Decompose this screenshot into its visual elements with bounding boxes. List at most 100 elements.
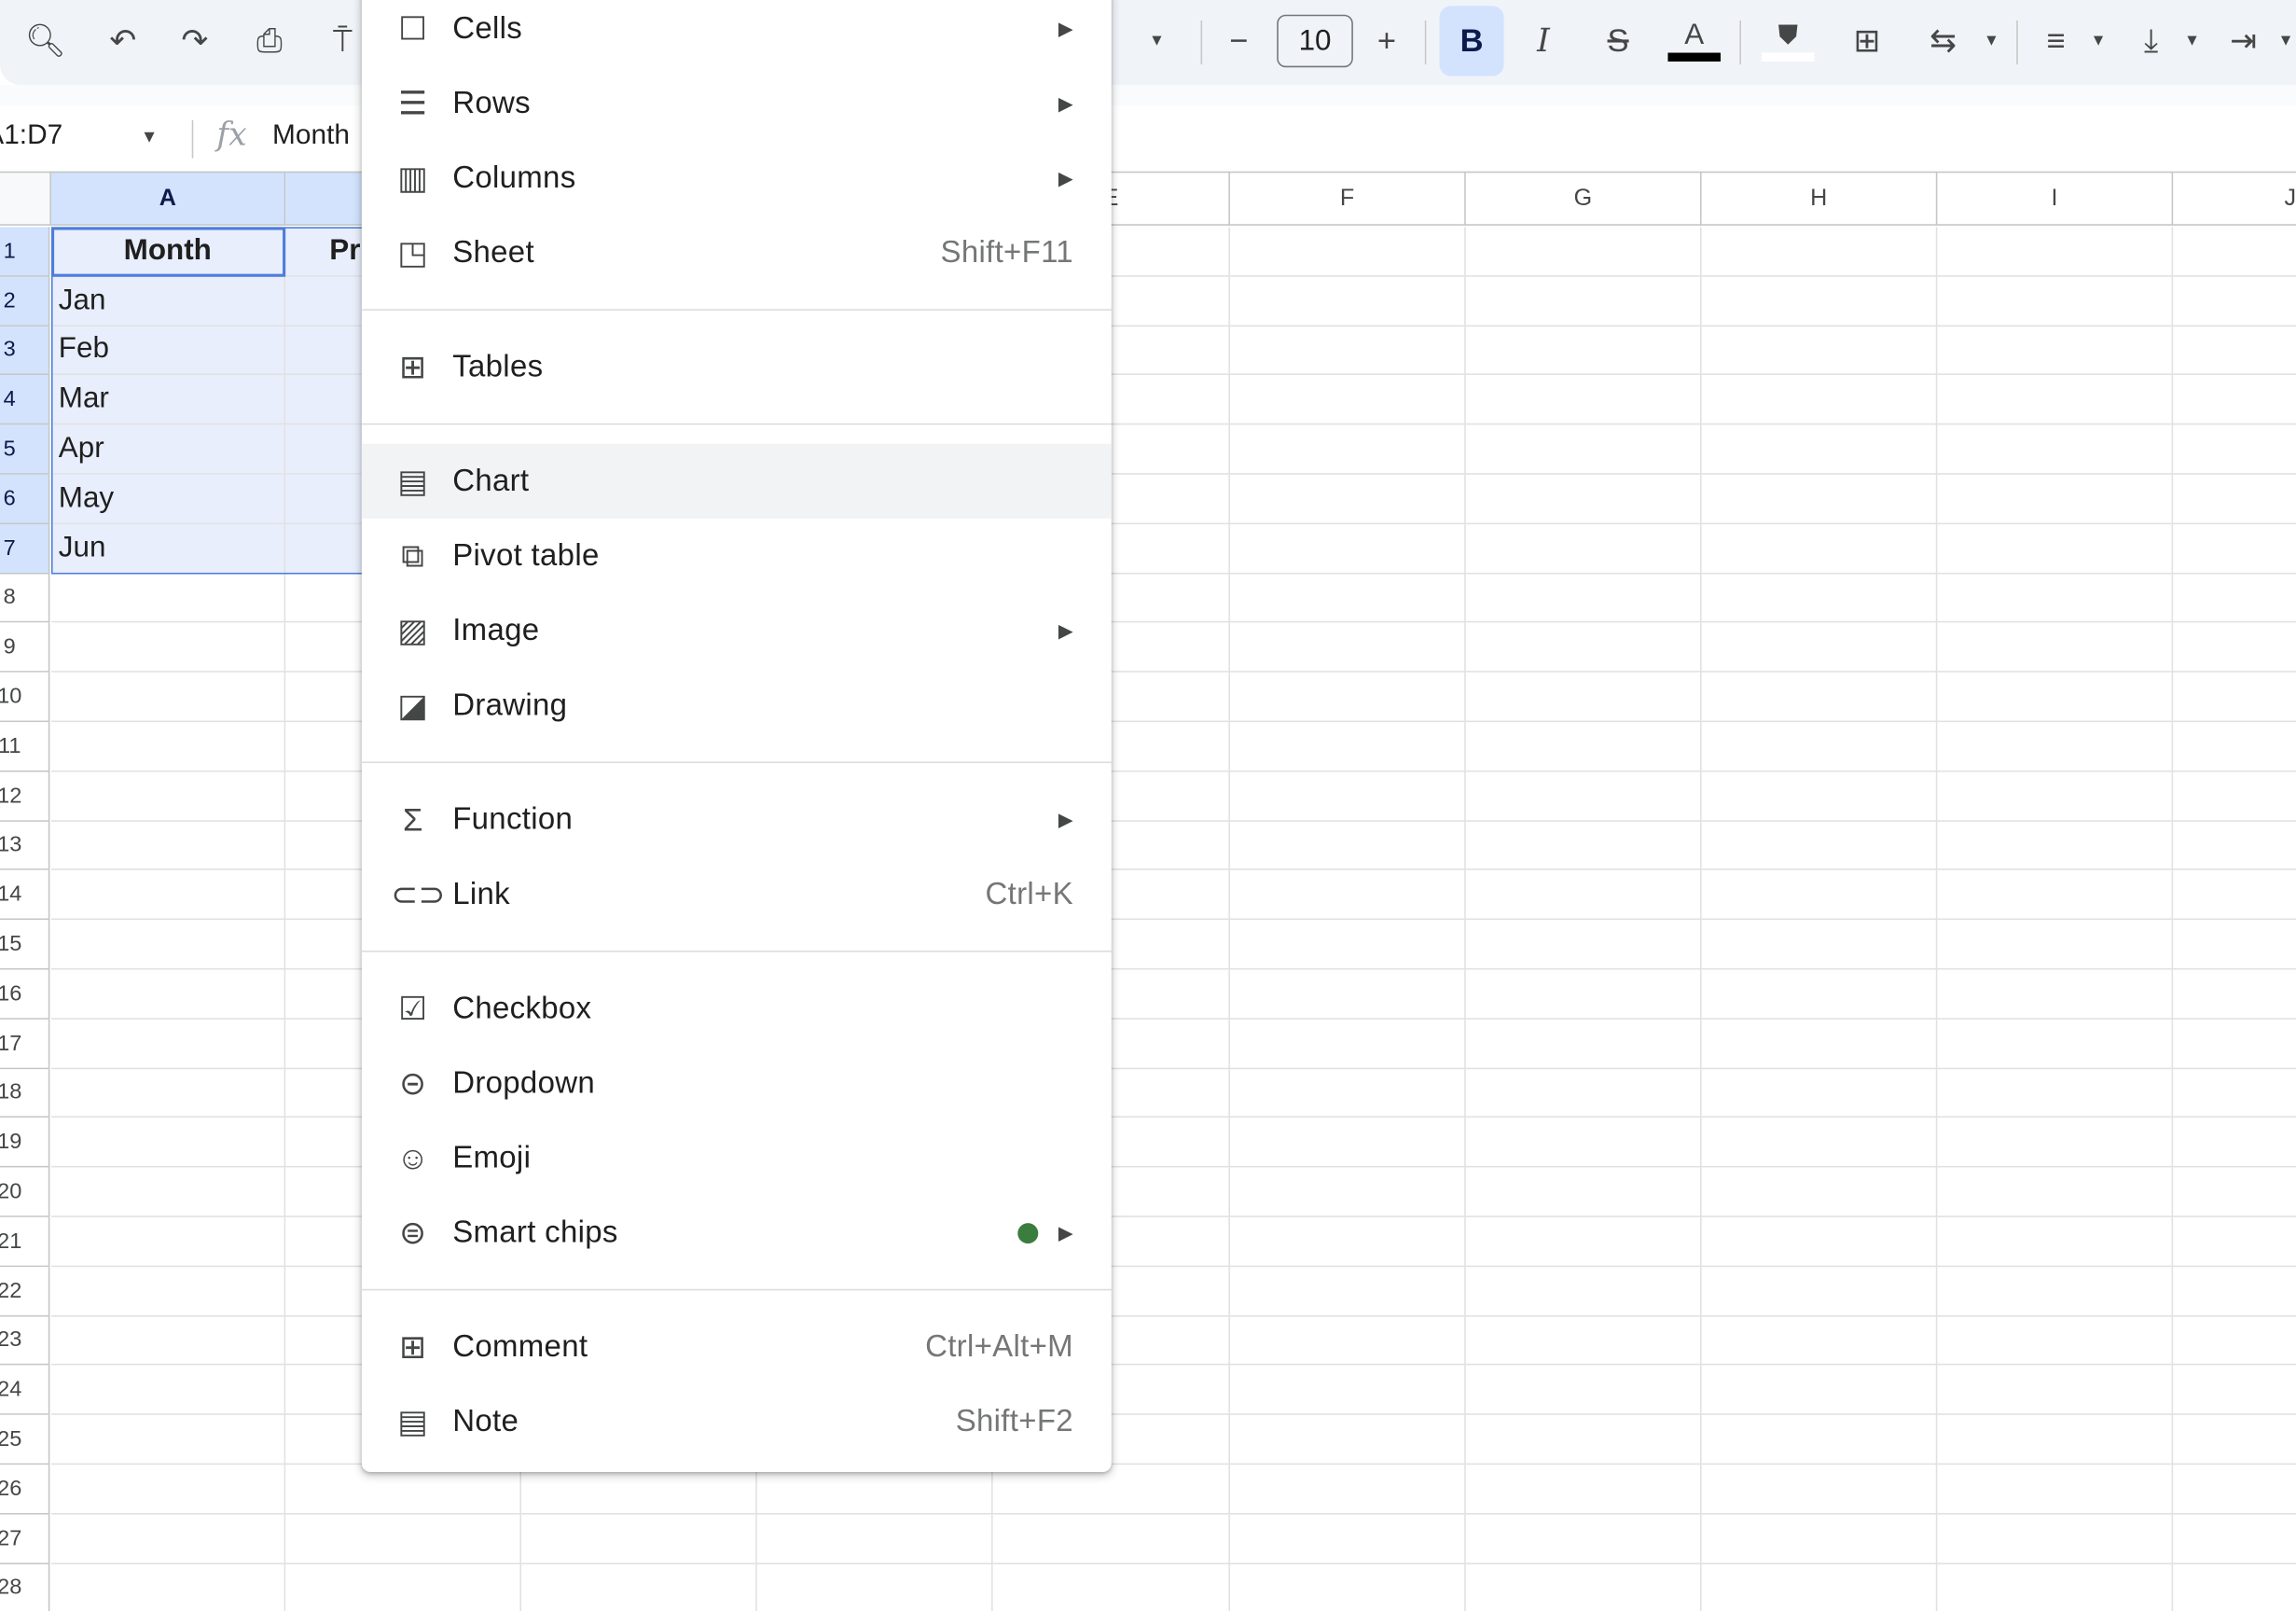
cell-H28[interactable] [1702, 1563, 1938, 1611]
cell-F11[interactable] [1229, 722, 1466, 772]
row-header-1[interactable]: 1 [0, 227, 50, 277]
cell-J15[interactable] [2173, 920, 2296, 970]
cell-I26[interactable] [1937, 1465, 2174, 1515]
cell-I14[interactable] [1937, 870, 2174, 921]
cell-G15[interactable] [1465, 920, 1702, 970]
cell-A18[interactable] [50, 1068, 286, 1118]
row-header-26[interactable]: 26 [0, 1465, 50, 1515]
cell-H6[interactable] [1701, 474, 1938, 524]
strikethrough-icon[interactable]: S [1597, 15, 1640, 68]
cell-G21[interactable] [1465, 1216, 1702, 1267]
row-header-4[interactable]: 4 [0, 375, 50, 425]
cell-G9[interactable] [1465, 622, 1702, 674]
row-header-8[interactable]: 8 [0, 573, 50, 623]
cell-F20[interactable] [1229, 1167, 1466, 1217]
column-header-h[interactable]: H [1701, 171, 1938, 226]
horizontal-align-icon[interactable]: ≡ [2036, 15, 2077, 68]
cell-I18[interactable] [1937, 1068, 2174, 1118]
cell-C26[interactable] [520, 1465, 757, 1515]
cell-H10[interactable] [1701, 673, 1938, 723]
cell-G5[interactable] [1465, 424, 1702, 475]
cell-F6[interactable] [1229, 474, 1466, 524]
cell-I12[interactable] [1937, 771, 2174, 822]
cell-H13[interactable] [1701, 821, 1938, 871]
row-header-18[interactable]: 18 [0, 1068, 50, 1118]
cell-J28[interactable] [2173, 1563, 2296, 1611]
fill-color-button[interactable]: ⛊ [1760, 15, 1816, 68]
cell-F7[interactable] [1229, 523, 1466, 574]
cell-H14[interactable] [1701, 870, 1938, 921]
cell-I4[interactable] [1937, 375, 2174, 425]
formula-input[interactable]: Month [272, 120, 350, 153]
cell-H27[interactable] [1701, 1514, 1938, 1564]
cell-I13[interactable] [1937, 821, 2174, 871]
cell-H4[interactable] [1701, 375, 1938, 425]
cell-F3[interactable] [1229, 326, 1466, 376]
row-header-10[interactable]: 10 [0, 673, 50, 723]
row-header-9[interactable]: 9 [0, 622, 50, 674]
cell-H3[interactable] [1701, 326, 1938, 376]
cell-G22[interactable] [1465, 1266, 1702, 1316]
cell-I24[interactable] [1937, 1366, 2174, 1416]
cell-H22[interactable] [1701, 1266, 1938, 1316]
row-header-14[interactable]: 14 [0, 870, 50, 921]
paint-format-icon[interactable]: ⍑ [319, 15, 366, 68]
cell-I16[interactable] [1937, 969, 2174, 1020]
cell-B28[interactable] [285, 1563, 521, 1611]
vertical-align-icon[interactable]: ⤓ [2131, 15, 2172, 68]
font-dropdown-caret-icon[interactable]: ▼ [1142, 15, 1171, 68]
cell-A27[interactable] [50, 1514, 286, 1564]
row-header-2[interactable]: 2 [0, 276, 50, 326]
cell-H5[interactable] [1701, 424, 1938, 475]
cell-I22[interactable] [1937, 1266, 2174, 1316]
cell-G11[interactable] [1465, 722, 1702, 772]
cell-A26[interactable] [50, 1465, 286, 1515]
cell-J8[interactable] [2173, 574, 2296, 623]
cell-I17[interactable] [1937, 1019, 2174, 1069]
cell-J27[interactable] [2173, 1514, 2296, 1564]
row-header-22[interactable]: 22 [0, 1266, 50, 1316]
cell-J4[interactable] [2173, 376, 2296, 425]
cell-G4[interactable] [1465, 375, 1702, 425]
row-header-13[interactable]: 13 [0, 821, 50, 871]
cell-J3[interactable] [2173, 326, 2296, 376]
cell-A8[interactable] [50, 573, 286, 623]
cell-J2[interactable] [2173, 276, 2296, 326]
row-header-23[interactable]: 23 [0, 1315, 50, 1367]
cell-A17[interactable] [50, 1019, 286, 1069]
cell-C28[interactable] [521, 1563, 757, 1611]
menu-item-rows[interactable]: ☰ Rows ▶ [362, 66, 1112, 141]
font-size-input[interactable]: 10 [1277, 14, 1353, 68]
menu-item-checkbox[interactable]: ☑ Checkbox [362, 971, 1112, 1046]
text-color-button[interactable]: A [1667, 15, 1722, 68]
cell-I6[interactable] [1937, 474, 2174, 524]
menu-item-dropdown[interactable]: ⊝ Dropdown [362, 1046, 1112, 1120]
cell-A21[interactable] [50, 1216, 286, 1267]
row-header-12[interactable]: 12 [0, 771, 50, 822]
cell-F17[interactable] [1229, 1019, 1466, 1069]
menu-item-note[interactable]: ▤ Note Shift+F2 [362, 1384, 1112, 1459]
menu-item-sheet[interactable]: ◳ Sheet Shift+F11 [362, 215, 1112, 290]
cell-I20[interactable] [1937, 1167, 2174, 1217]
cell-G3[interactable] [1465, 326, 1702, 376]
cell-I23[interactable] [1937, 1315, 2174, 1367]
select-all-corner[interactable] [0, 171, 51, 226]
cell-J23[interactable] [2173, 1316, 2296, 1367]
cell-A13[interactable] [50, 821, 286, 871]
cell-G23[interactable] [1465, 1315, 1702, 1367]
align-caret-icon[interactable]: ▼ [2087, 15, 2110, 68]
cell-J20[interactable] [2173, 1168, 2296, 1217]
cell-I25[interactable] [1937, 1415, 2174, 1465]
column-header-j[interactable]: J [2173, 171, 2296, 226]
cell-J10[interactable] [2173, 673, 2296, 723]
cell-F24[interactable] [1229, 1366, 1466, 1416]
cell-I11[interactable] [1937, 722, 2174, 772]
cell-F9[interactable] [1229, 622, 1466, 674]
row-header-11[interactable]: 11 [0, 722, 50, 772]
cell-F4[interactable] [1229, 375, 1466, 425]
cell-G8[interactable] [1465, 573, 1702, 623]
cell-F23[interactable] [1229, 1315, 1466, 1367]
cell-I28[interactable] [1937, 1563, 2174, 1611]
cell-I27[interactable] [1937, 1514, 2174, 1564]
cell-I21[interactable] [1937, 1216, 2174, 1267]
